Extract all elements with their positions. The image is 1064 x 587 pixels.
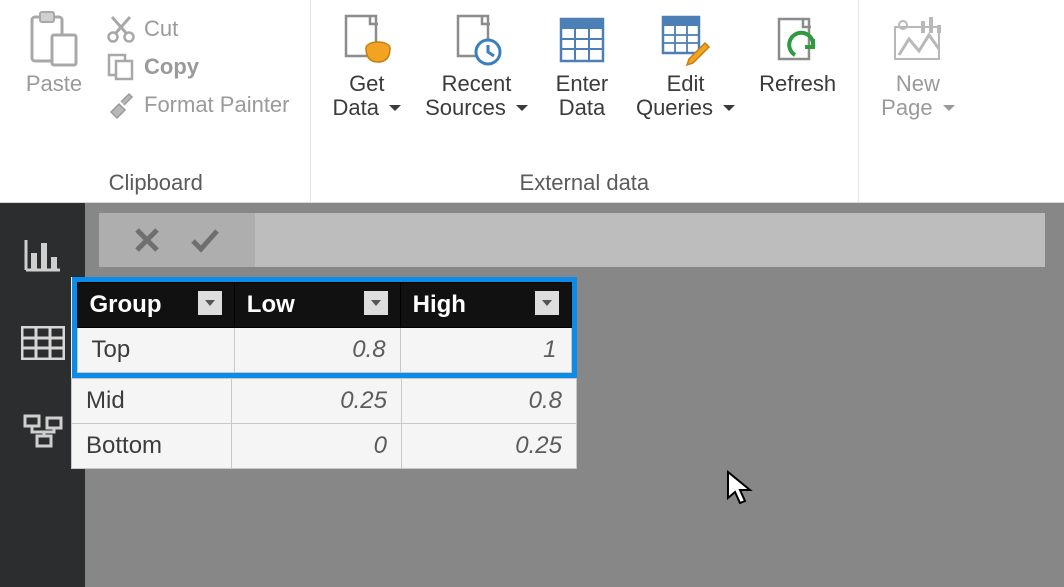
ribbon-group-insert: NewPage bbox=[859, 0, 977, 202]
paintbrush-icon bbox=[106, 90, 136, 120]
selection-highlight: Group Low High bbox=[72, 277, 577, 378]
recent-sources-icon bbox=[447, 10, 507, 70]
cell-high[interactable]: 1 bbox=[400, 328, 571, 373]
caret-down-icon bbox=[370, 297, 382, 309]
cell-low[interactable]: 0.8 bbox=[234, 328, 400, 373]
bar-chart-icon bbox=[23, 237, 63, 273]
cell-low[interactable]: 0.25 bbox=[232, 379, 402, 424]
new-page-label2: Page bbox=[881, 95, 932, 120]
copy-button[interactable]: Copy bbox=[100, 48, 296, 86]
enter-data-label1: Enter bbox=[556, 71, 609, 96]
ribbon-group-clipboard: Paste Cut Copy bbox=[2, 0, 311, 202]
enter-data-button[interactable]: EnterData bbox=[540, 6, 624, 120]
enter-data-icon bbox=[552, 10, 612, 70]
edit-queries-label2: Queries bbox=[636, 95, 713, 120]
commit-formula-button[interactable] bbox=[189, 226, 221, 254]
caret-down-icon bbox=[204, 297, 216, 309]
column-header-group[interactable]: Group bbox=[77, 283, 234, 328]
get-data-button[interactable]: GetData bbox=[321, 6, 414, 120]
recent-label1: Recent bbox=[442, 71, 512, 96]
new-page-label1: New bbox=[896, 71, 940, 96]
table-header-row: Group Low High bbox=[77, 283, 571, 328]
canvas: Group Low High bbox=[85, 203, 1064, 587]
report-view-button[interactable] bbox=[13, 225, 73, 285]
caret-down-icon bbox=[516, 95, 528, 120]
cell-group[interactable]: Mid bbox=[72, 379, 232, 424]
paste-button[interactable]: Paste bbox=[12, 6, 96, 96]
filter-button-group[interactable] bbox=[198, 291, 222, 315]
format-painter-label: Format Painter bbox=[144, 92, 290, 118]
column-header-high[interactable]: High bbox=[400, 283, 571, 328]
table-icon bbox=[21, 326, 65, 360]
enter-data-label2: Data bbox=[559, 95, 605, 120]
cancel-formula-button[interactable] bbox=[133, 226, 161, 254]
get-data-label1: Get bbox=[349, 71, 384, 96]
data-view-button[interactable] bbox=[13, 313, 73, 373]
edit-queries-button[interactable]: EditQueries bbox=[624, 6, 747, 120]
cell-high[interactable]: 0.8 bbox=[402, 379, 577, 424]
column-header-high-label: High bbox=[413, 291, 466, 318]
table-row[interactable]: Mid 0.25 0.8 bbox=[72, 379, 577, 424]
new-page-icon bbox=[888, 10, 948, 70]
column-header-low[interactable]: Low bbox=[234, 283, 400, 328]
copy-icon bbox=[106, 52, 136, 82]
data-table: Group Low High bbox=[71, 277, 577, 469]
copy-label: Copy bbox=[144, 54, 199, 80]
cell-low[interactable]: 0 bbox=[232, 424, 402, 469]
caret-down-icon bbox=[723, 95, 735, 120]
ribbon: Paste Cut Copy bbox=[0, 0, 1064, 203]
external-data-group-label: External data bbox=[520, 164, 650, 200]
cell-group[interactable]: Top bbox=[77, 328, 234, 373]
cut-label: Cut bbox=[144, 16, 178, 42]
filter-button-low[interactable] bbox=[364, 291, 388, 315]
format-painter-button[interactable]: Format Painter bbox=[100, 86, 296, 124]
get-data-icon bbox=[337, 10, 397, 70]
cell-high[interactable]: 0.25 bbox=[402, 424, 577, 469]
formula-bar bbox=[99, 213, 1045, 267]
column-header-low-label: Low bbox=[247, 291, 295, 318]
recent-sources-button[interactable]: RecentSources bbox=[413, 6, 540, 120]
table-row[interactable]: Top 0.8 1 bbox=[77, 328, 571, 373]
edit-queries-label1: Edit bbox=[667, 71, 705, 96]
workspace: Group Low High bbox=[0, 203, 1064, 587]
model-view-button[interactable] bbox=[13, 401, 73, 461]
ribbon-group-external-data: GetData RecentSources bbox=[311, 0, 860, 202]
paste-label: Paste bbox=[26, 72, 82, 96]
caret-down-icon bbox=[541, 297, 553, 309]
relationships-icon bbox=[23, 414, 63, 448]
refresh-button[interactable]: Refresh bbox=[747, 6, 848, 96]
column-header-group-label: Group bbox=[90, 291, 162, 318]
refresh-icon bbox=[768, 10, 828, 70]
caret-down-icon bbox=[389, 95, 401, 120]
paste-icon bbox=[24, 10, 84, 70]
filter-button-high[interactable] bbox=[535, 291, 559, 315]
table-row[interactable]: Bottom 0 0.25 bbox=[72, 424, 577, 469]
new-page-button[interactable]: NewPage bbox=[869, 6, 967, 120]
cut-button[interactable]: Cut bbox=[100, 10, 296, 48]
edit-queries-icon bbox=[656, 10, 716, 70]
x-icon bbox=[133, 226, 161, 254]
check-icon bbox=[189, 226, 221, 254]
caret-down-icon bbox=[943, 95, 955, 120]
formula-input[interactable] bbox=[255, 213, 1045, 267]
recent-label2: Sources bbox=[425, 95, 506, 120]
cell-group[interactable]: Bottom bbox=[72, 424, 232, 469]
clipboard-group-label: Clipboard bbox=[109, 164, 203, 200]
refresh-label: Refresh bbox=[759, 72, 836, 96]
scissors-icon bbox=[106, 14, 136, 44]
get-data-label2: Data bbox=[333, 95, 379, 120]
